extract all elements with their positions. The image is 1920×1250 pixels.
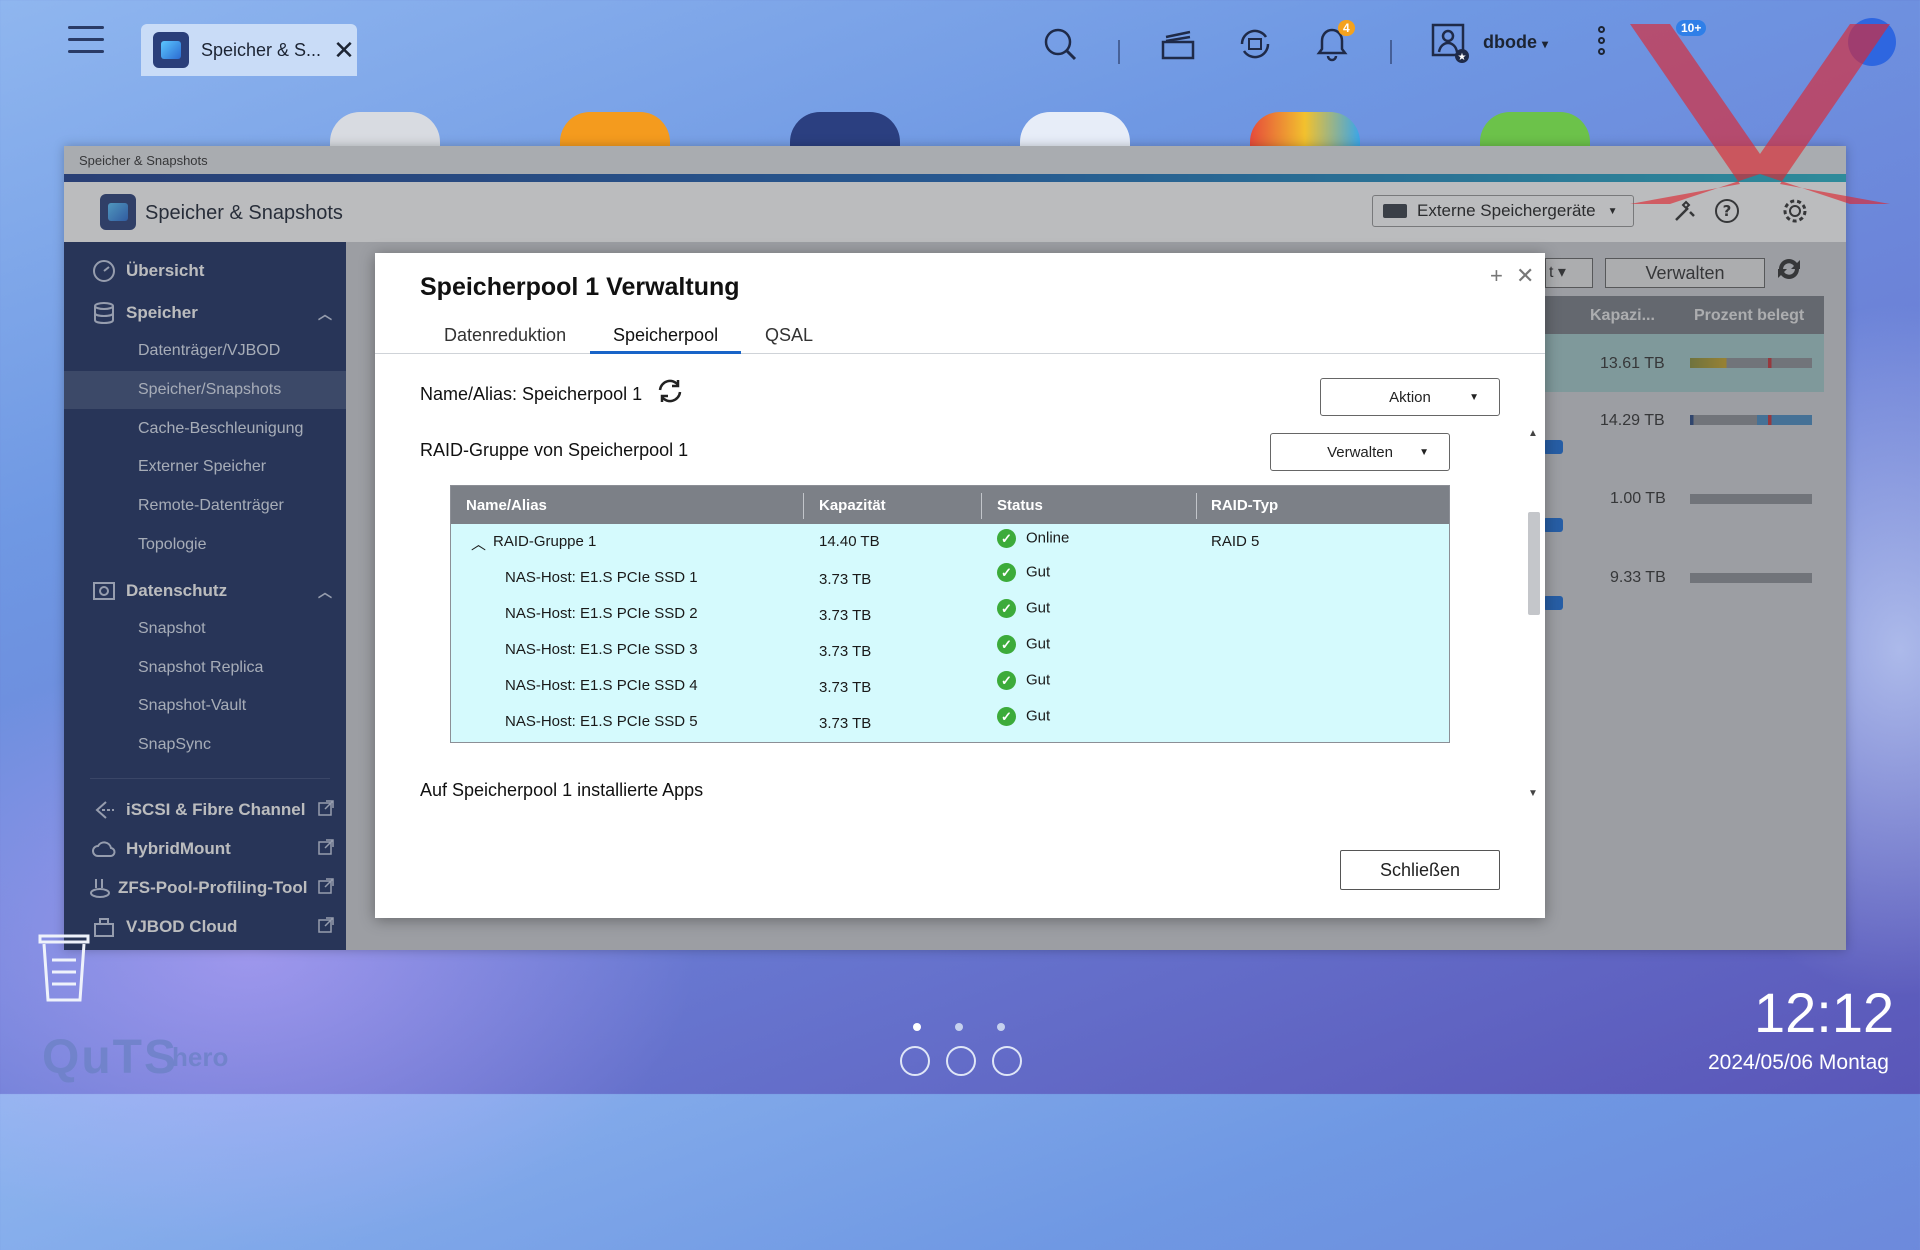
collapse-chevron-icon[interactable]: ︿ bbox=[471, 533, 486, 554]
manage-dropdown-button[interactable]: Verwalten ▼ bbox=[1270, 433, 1450, 471]
notification-badge: 4 bbox=[1338, 20, 1355, 36]
red-x-watermark-icon bbox=[1630, 24, 1890, 204]
check-circle-icon: ✓ bbox=[997, 529, 1016, 548]
check-circle-icon: ✓ bbox=[997, 563, 1016, 582]
dialog-title: Speicherpool 1 Verwaltung bbox=[420, 273, 740, 301]
dock-widget-icon[interactable] bbox=[992, 1046, 1022, 1076]
table-row-raid-group[interactable]: ︿ RAID-Gruppe 1 14.40 TB ✓ Online RAID 5 bbox=[451, 524, 1449, 560]
desktop-clock: 12:12 bbox=[1754, 981, 1895, 1044]
installed-apps-heading: Auf Speicherpool 1 installierte Apps bbox=[420, 780, 704, 800]
check-circle-icon: ✓ bbox=[997, 671, 1016, 690]
search-icon[interactable] bbox=[1040, 24, 1080, 64]
close-icon[interactable]: ✕ bbox=[1516, 263, 1534, 289]
page-indicator[interactable] bbox=[913, 1018, 1039, 1036]
user-name[interactable]: dbode ▾ bbox=[1483, 32, 1548, 53]
tab-qsal[interactable]: QSAL bbox=[765, 325, 813, 346]
scroll-down-arrow-icon[interactable]: ▼ bbox=[1526, 788, 1540, 799]
action-dropdown-button[interactable]: Aktion ▼ bbox=[1320, 378, 1500, 416]
dialog-tabs: Datenreduktion Speicherpool QSAL bbox=[375, 315, 1545, 354]
quts-logo: QuTS bbox=[42, 1031, 178, 1084]
close-button[interactable]: Schließen bbox=[1340, 850, 1500, 890]
close-icon[interactable]: ✕ bbox=[333, 37, 355, 63]
raid-group-heading: RAID-Gruppe von Speicherpool 1 bbox=[420, 440, 689, 460]
sync-icon[interactable] bbox=[1235, 24, 1275, 64]
check-circle-icon: ✓ bbox=[997, 707, 1016, 726]
user-icon[interactable]: ★ bbox=[1430, 23, 1470, 64]
scroll-up-arrow-icon[interactable]: ▲ bbox=[1526, 428, 1540, 439]
quts-hero-label: hero bbox=[172, 1042, 229, 1072]
trash-icon[interactable] bbox=[36, 930, 92, 1004]
tab-datenreduktion[interactable]: Datenreduktion bbox=[444, 325, 566, 346]
table-header: Name/Alias Kapazität Status RAID-Typ bbox=[451, 486, 1449, 524]
table-row-disk[interactable]: NAS-Host: E1.S PCIe SSD 5 3.73 TB ✓ Gut bbox=[451, 704, 1449, 740]
svg-text:★: ★ bbox=[1458, 52, 1467, 63]
table-row-disk[interactable]: NAS-Host: E1.S PCIe SSD 4 3.73 TB ✓ Gut bbox=[451, 668, 1449, 704]
tab-speicherpool[interactable]: Speicherpool bbox=[613, 325, 718, 346]
media-stack-icon[interactable] bbox=[1158, 24, 1198, 64]
scroll-thumb[interactable] bbox=[1528, 512, 1540, 615]
dock-tools-icon[interactable] bbox=[946, 1046, 976, 1076]
main-menu-button[interactable] bbox=[68, 26, 104, 56]
rename-refresh-icon[interactable] bbox=[656, 377, 684, 405]
maximize-icon[interactable]: + bbox=[1490, 263, 1503, 289]
desktop-date: 2024/05/06 Montag bbox=[1708, 1051, 1889, 1074]
dock-cloud-icon[interactable] bbox=[900, 1046, 930, 1076]
app-tab-label: Speicher & S... bbox=[201, 39, 322, 60]
more-options-icon[interactable] bbox=[1598, 26, 1606, 59]
active-tab-indicator bbox=[590, 351, 741, 354]
check-circle-icon: ✓ bbox=[997, 635, 1016, 654]
pool-name-alias: Name/Alias: Speicherpool 1 bbox=[420, 384, 643, 404]
table-row-disk[interactable]: NAS-Host: E1.S PCIe SSD 2 3.73 TB ✓ Gut bbox=[451, 596, 1449, 632]
storage-pool-dialog: Speicherpool 1 Verwaltung + ✕ Datenreduk… bbox=[375, 253, 1545, 918]
app-tab-storage[interactable]: Speicher & S... ✕ bbox=[141, 24, 357, 76]
table-row-disk[interactable]: NAS-Host: E1.S PCIe SSD 1 3.73 TB ✓ Gut bbox=[451, 560, 1449, 596]
check-circle-icon: ✓ bbox=[997, 599, 1016, 618]
raid-group-table: Name/Alias Kapazität Status RAID-Typ ︿ R… bbox=[450, 485, 1450, 743]
storage-app-icon bbox=[153, 32, 189, 68]
table-row-disk[interactable]: NAS-Host: E1.S PCIe SSD 3 3.73 TB ✓ Gut bbox=[451, 632, 1449, 668]
dialog-scrollbar[interactable]: ▲ ▼ bbox=[1526, 428, 1540, 803]
